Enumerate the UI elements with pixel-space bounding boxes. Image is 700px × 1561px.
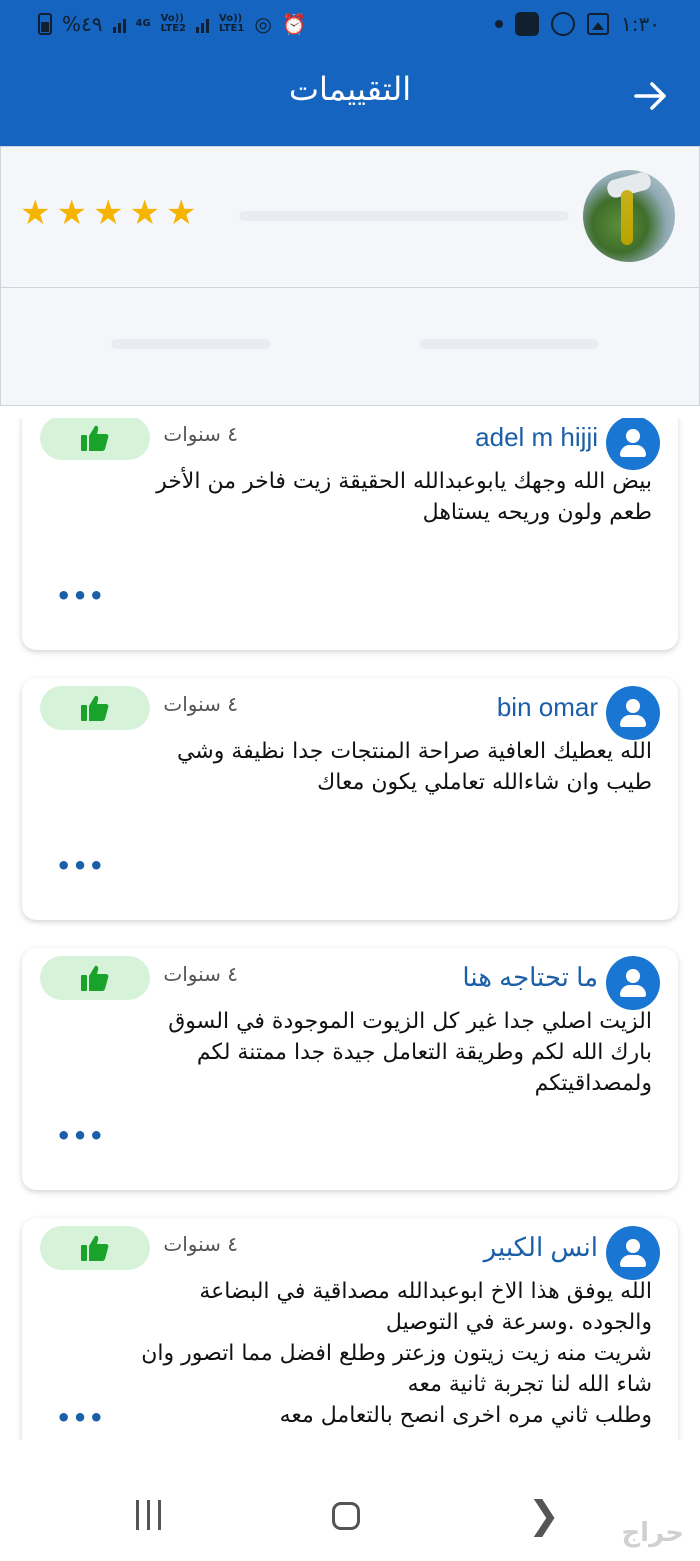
volte-lte2-label: Vo)) LTE2 [161,14,186,34]
review-card: adel m hijji ٤ سنوات بيض الله وجهك يابوع… [22,418,678,650]
system-nav-bar: ❯ حراج [0,1440,700,1561]
lte1-text: LTE1 [219,23,245,34]
review-text: الزيت اصلي جدا غير كل الزيوت الموجودة في… [168,1009,652,1096]
star-icon: ★ [20,193,51,233]
review-text: الله يوفق هذا الاخ ابوعبدالله مصداقية في… [141,1279,652,1428]
more-options-button[interactable]: ••• [56,582,105,610]
lte2-text: LTE2 [160,23,186,34]
watermark-logo: حراج [621,1518,684,1548]
more-options-button[interactable]: ••• [56,1404,105,1432]
recent-apps-icon[interactable] [136,1500,161,1530]
review-text: الله يعطيك العافية صراحة المنتجات جدا نظ… [176,739,652,795]
signal-icon [112,15,126,33]
alarm-icon: ⏰ [281,12,307,36]
notification-dot-icon [495,20,504,28]
oil-stream-image-part [621,190,633,245]
back-button[interactable] [630,76,670,116]
status-left: %٤٩ 4G Vo)) LTE2 Vo)) LTE1 ◎ ⏰ [38,12,307,36]
signal-icon-2 [196,15,209,33]
divider [1,287,700,288]
user-avatar-icon [606,956,660,1010]
page-title: التقييمات [288,70,412,108]
battery-percent: %٤٩ [62,12,103,36]
home-icon[interactable] [332,1502,360,1530]
thumbs-up-icon [81,695,109,721]
seller-avatar[interactable] [583,170,675,262]
more-options-button[interactable]: ••• [56,852,105,880]
thumbs-up-icon [81,965,109,991]
review-age: ٤ سنوات [163,422,238,446]
review-username[interactable]: ما تحتاجه هنا [462,962,598,993]
app-notification-icon [515,12,540,36]
review-username[interactable]: انس الكبير [484,1232,598,1263]
like-button[interactable] [40,956,150,1000]
review-username[interactable]: adel m hijji [475,422,598,453]
whatsapp-icon [551,12,576,36]
like-button[interactable] [40,686,150,730]
user-avatar-icon [606,686,660,740]
star-icon: ★ [92,193,124,233]
gallery-icon [587,13,610,35]
faded-title-placeholder [239,211,569,221]
star-icon: ★ [165,193,197,233]
user-avatar-icon [606,418,660,470]
rating-stars: ★ ★ ★ ★ ★ [20,196,196,230]
reviews-list[interactable]: adel m hijji ٤ سنوات بيض الله وجهك يابوع… [0,418,700,1440]
battery-icon [38,13,52,35]
review-age: ٤ سنوات [163,962,238,986]
user-avatar-icon [606,1226,660,1280]
like-button[interactable] [40,1226,150,1270]
review-username[interactable]: bin omar [497,692,598,723]
thumbs-up-icon [81,1235,109,1261]
review-card: انس الكبير ٤ سنوات الله يوفق هذا الاخ اب… [22,1218,678,1440]
review-card: ما تحتاجه هنا ٤ سنوات الزيت اصلي جدا غير… [22,948,678,1190]
arrow-right-icon [634,82,666,110]
volte-lte1-label: Vo)) LTE1 [219,14,244,34]
faded-stat-1 [419,339,599,349]
clock: ١:٣٠ [621,12,660,36]
like-button[interactable] [40,418,150,460]
review-text: بيض الله وجهك يابوعبدالله الحقيقة زيت فا… [156,469,652,525]
more-options-button[interactable]: ••• [56,1122,105,1150]
back-icon[interactable]: ❯ [528,1496,560,1534]
star-icon: ★ [129,193,160,233]
network-4g-label: 4G [136,19,151,29]
status-right: ١:٣٠ [495,12,660,36]
network-type: 4G [135,18,151,29]
star-icon: ★ [56,193,87,233]
review-age: ٤ سنوات [163,1232,238,1256]
app-bar: التقييمات [0,50,700,146]
review-age: ٤ سنوات [163,692,238,716]
hotspot-icon: ◎ [254,12,272,36]
status-bar: %٤٩ 4G Vo)) LTE2 Vo)) LTE1 ◎ ⏰ ١:٣٠ [0,0,700,50]
review-card: bin omar ٤ سنوات الله يعطيك العافية صراح… [22,678,678,920]
faded-stat-2 [111,339,271,349]
thumbs-up-icon [81,425,109,451]
